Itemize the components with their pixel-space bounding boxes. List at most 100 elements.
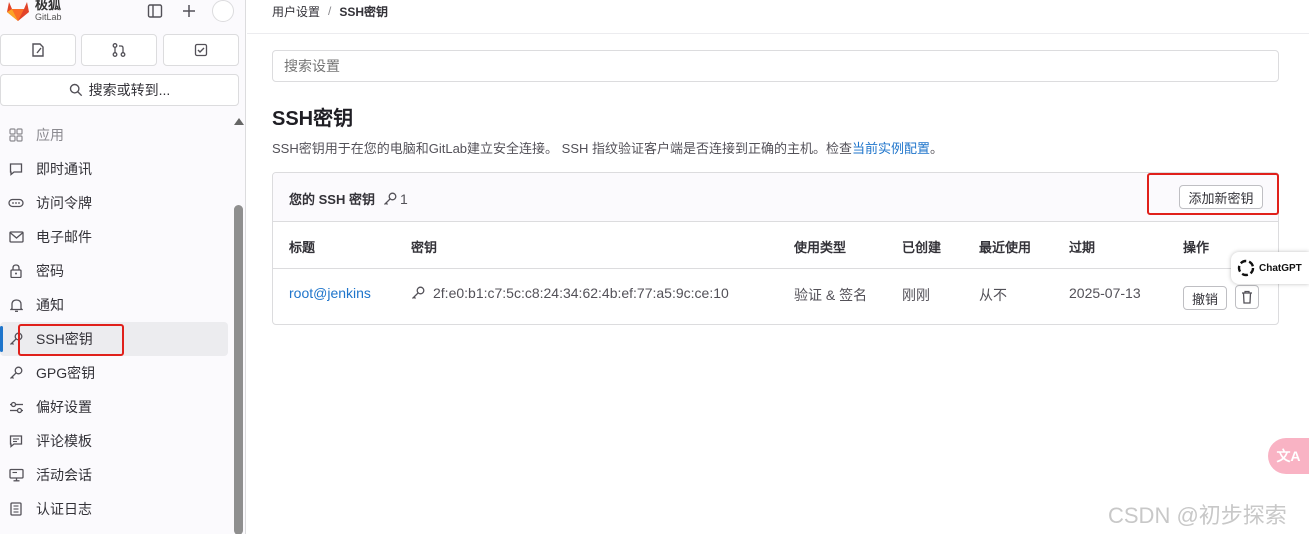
key-icon (384, 192, 397, 205)
column-expires: 过期 (1069, 240, 1096, 255)
breadcrumb: 用户设置 / SSH密钥 (272, 0, 388, 22)
chatgpt-logo-icon (1237, 259, 1255, 277)
delete-button[interactable] (1235, 285, 1259, 309)
chatgpt-extension-tab[interactable]: ChatGPT (1231, 252, 1309, 284)
watermark: CSDN @初步探索 (1108, 503, 1287, 528)
comment-icon (8, 433, 24, 449)
breadcrumb-user-settings[interactable]: 用户设置 (272, 3, 320, 20)
apps-icon (8, 127, 24, 143)
page-description: SSH密钥用于在您的电脑和GitLab建立安全连接。 SSH 指纹验证客户端是否… (272, 138, 943, 157)
breadcrumb-current[interactable]: SSH密钥 (339, 3, 388, 20)
settings-nav: 应用 即时通讯 访问令牌 电子邮件 密码 通知 SSH密钥 GPG密钥 偏好设置… (0, 118, 230, 526)
column-created: 已创建 (902, 240, 942, 255)
search-settings-input[interactable] (272, 50, 1279, 82)
quick-actions (0, 34, 240, 66)
sidebar-item-access-tokens[interactable]: 访问令牌 (0, 186, 230, 220)
bell-icon (8, 297, 24, 313)
main-content: 用户设置 / SSH密钥 SSH密钥 SSH密钥用于在您的电脑和GitLab建立… (247, 0, 1309, 534)
search-or-goto-button[interactable]: 搜索或转到... (0, 74, 239, 106)
ssh-keys-card: 您的 SSH 密钥 1 添加新密钥 标题 密钥 使用类型 已创建 最近使用 过期… (272, 172, 1279, 325)
token-icon (8, 195, 24, 211)
key-icon (412, 286, 425, 299)
plus-icon[interactable] (178, 1, 200, 21)
merge-requests-button[interactable] (81, 34, 157, 66)
brand: 极狐 GitLab (35, 0, 62, 23)
sidebar-item-label: GPG密钥 (36, 365, 96, 381)
brand-name: 极狐 (35, 0, 62, 12)
card-title-text: 您的 SSH 密钥 (289, 192, 375, 207)
chat-icon (8, 161, 24, 177)
issues-button[interactable] (0, 34, 76, 66)
sidebar-item-label: 即时通讯 (36, 161, 92, 177)
mail-icon (8, 229, 24, 245)
lock-icon (8, 263, 24, 279)
sidebar-item-chat[interactable]: 即时通讯 (0, 152, 230, 186)
sidebar-item-notifications[interactable]: 通知 (0, 288, 230, 322)
last-used: 从不 (979, 287, 1007, 303)
issues-icon (32, 43, 44, 57)
breadcrumb-separator: / (328, 4, 332, 18)
translate-button[interactable]: 文A (1268, 438, 1309, 474)
usage-type: 验证 & 签名 (794, 287, 868, 303)
sidebar-item-label: 认证日志 (36, 501, 92, 517)
table-header: 标题 密钥 使用类型 已创建 最近使用 过期 操作 (273, 222, 1278, 269)
instance-config-link[interactable]: 当前实例配置 (852, 141, 930, 156)
sidebar-item-applications[interactable]: 应用 (0, 118, 230, 152)
description-end: 。 (930, 141, 944, 156)
page-title: SSH密钥 (272, 108, 354, 130)
card-title: 您的 SSH 密钥 1 (289, 189, 408, 208)
sidebar-item-label: 通知 (36, 297, 64, 313)
sidebar-item-active-sessions[interactable]: 活动会话 (0, 458, 230, 492)
sidebar-item-preferences[interactable]: 偏好设置 (0, 390, 230, 424)
sidebar-item-gpg-keys[interactable]: GPG密钥 (0, 356, 230, 390)
revoke-button[interactable]: 撤销 (1183, 286, 1227, 310)
column-last-used: 最近使用 (979, 240, 1032, 255)
sidebar-item-label: 评论模板 (36, 433, 92, 449)
sidebar: 极狐 GitLab 搜索或转到... 应用 即时通讯 访问令牌 电子邮件 密码 … (0, 0, 246, 534)
created-at: 刚刚 (902, 287, 930, 303)
scroll-up-arrow-icon[interactable] (234, 118, 244, 125)
sidebar-item-auth-log[interactable]: 认证日志 (0, 492, 230, 526)
column-title: 标题 (289, 240, 316, 255)
log-icon (8, 501, 24, 517)
sidebar-scrollbar[interactable] (234, 205, 243, 534)
divider (247, 33, 1309, 34)
gitlab-logo-icon[interactable] (5, 0, 31, 22)
card-header: 您的 SSH 密钥 1 添加新密钥 (273, 173, 1278, 222)
description-text: SSH密钥用于在您的电脑和GitLab建立安全连接。 SSH 指纹验证客户端是否… (272, 141, 852, 156)
chatgpt-label: ChatGPT (1259, 262, 1302, 274)
search-label: 搜索或转到... (88, 82, 171, 98)
column-actions: 操作 (1183, 240, 1210, 255)
highlight-box-add-key (1147, 173, 1279, 215)
sidebar-item-label: 活动会话 (36, 467, 92, 483)
sidebar-item-label: 访问令牌 (36, 195, 92, 211)
sidebar-item-comment-templates[interactable]: 评论模板 (0, 424, 230, 458)
key-icon (8, 365, 24, 381)
expires-at: 2025-07-13 (1069, 285, 1141, 301)
sidebar-item-label: 应用 (36, 127, 64, 143)
key-count-value: 1 (399, 190, 408, 207)
column-usage-type: 使用类型 (794, 240, 847, 255)
highlight-box-ssh-nav (18, 324, 124, 356)
table-row: root@jenkins 2f:e0:b1:c7:5c:c8:24:34:62:… (273, 269, 1278, 324)
sidebar-item-label: 密码 (36, 263, 64, 279)
todo-icon (194, 43, 208, 57)
monitor-icon (8, 467, 24, 483)
brand-sub: GitLab (35, 12, 62, 22)
key-count: 1 (383, 191, 408, 207)
sidebar-item-label: 电子邮件 (36, 229, 92, 245)
merge-request-icon (112, 43, 126, 57)
search-icon (69, 83, 82, 97)
sidebar-item-password[interactable]: 密码 (0, 254, 230, 288)
trash-icon (1242, 290, 1252, 304)
sidebar-header: 极狐 GitLab (0, 0, 245, 26)
preferences-icon (8, 399, 24, 415)
sidebar-toggle-icon[interactable] (144, 1, 166, 21)
sidebar-item-emails[interactable]: 电子邮件 (0, 220, 230, 254)
key-title-link[interactable]: root@jenkins (289, 285, 371, 301)
translate-icon: 文A (1276, 448, 1301, 464)
fingerprint-value: 2f:e0:b1:c7:5c:c8:24:34:62:4b:ef:77:a5:9… (433, 285, 729, 301)
todos-button[interactable] (163, 34, 239, 66)
avatar[interactable] (212, 0, 234, 22)
sidebar-item-label: 偏好设置 (36, 399, 92, 415)
